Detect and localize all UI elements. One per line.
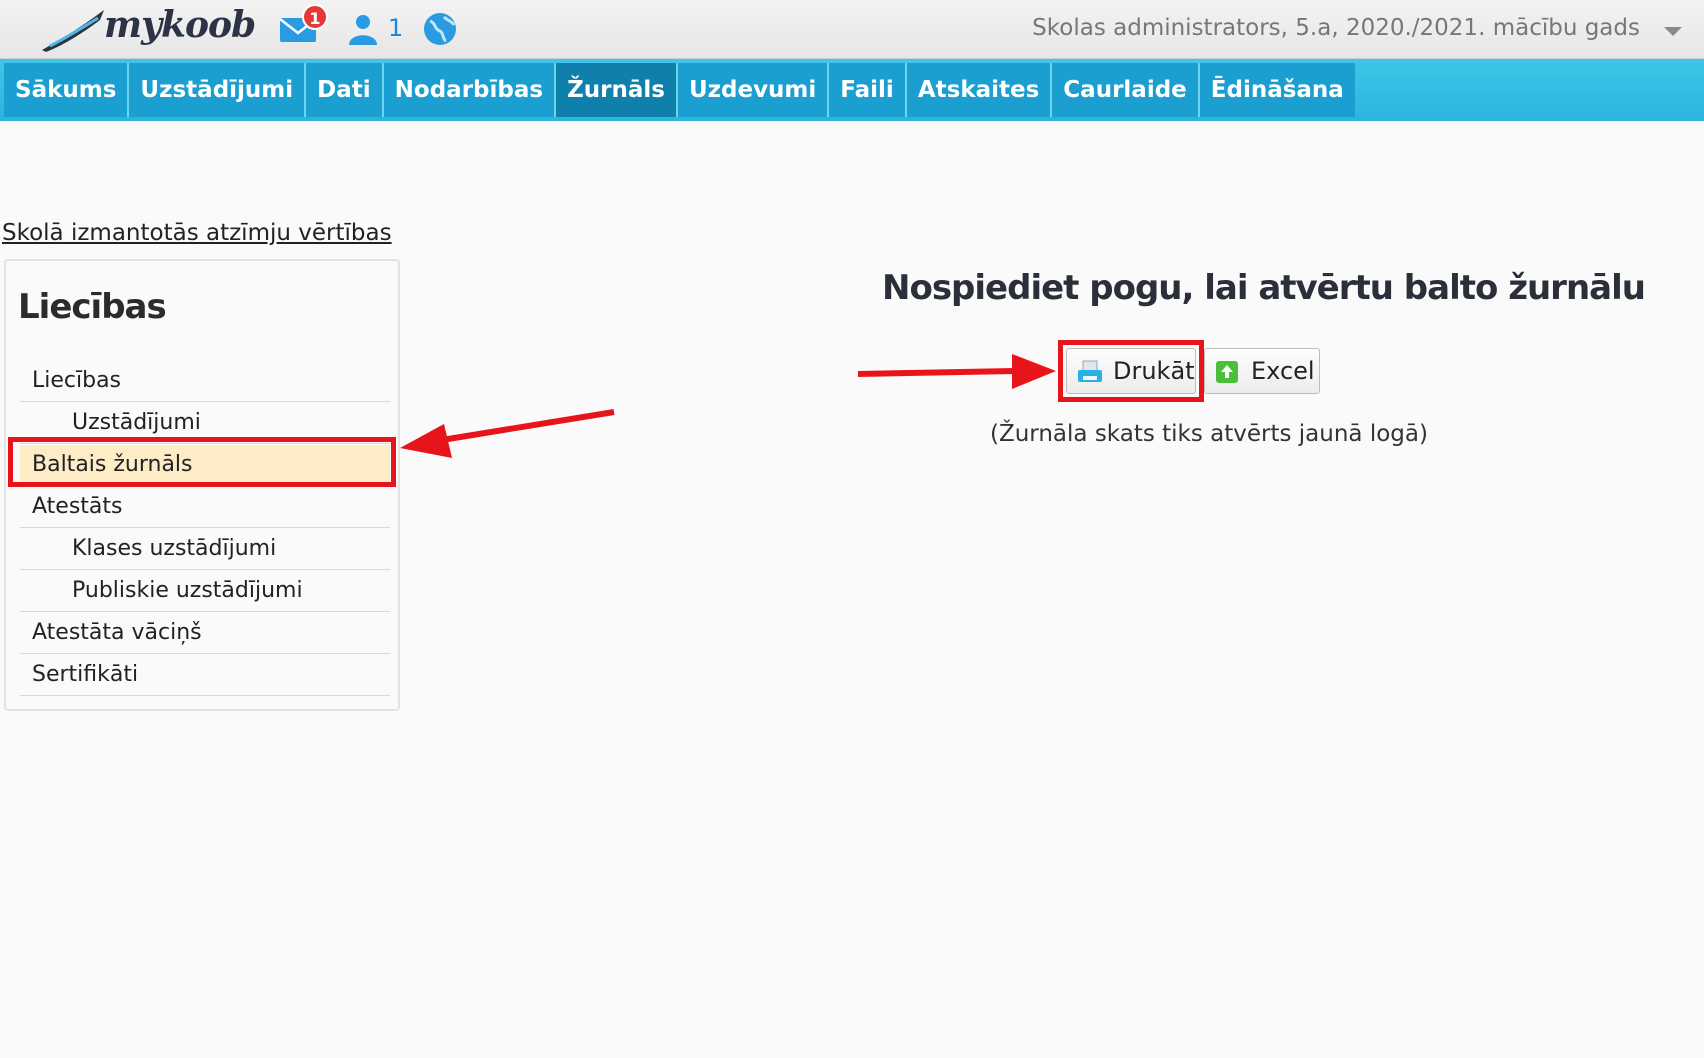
nav-item-dati[interactable]: Dati bbox=[306, 63, 384, 117]
nav-item-zurnals[interactable]: Žurnāls bbox=[556, 63, 678, 117]
excel-button-label: Excel bbox=[1251, 357, 1315, 385]
mail-badge: 1 bbox=[302, 4, 328, 30]
main-nav: Sākums Uzstādījumi Dati Nodarbības Žurnā… bbox=[4, 63, 1355, 117]
nav-item-faili[interactable]: Faili bbox=[829, 63, 907, 117]
sidebar-menu: Liecības Uzstādījumi Baltais žurnāls Ate… bbox=[20, 361, 390, 697]
top-bar: mykoob 1 1 Skolas administrators, 5.a, 2… bbox=[0, 0, 1704, 59]
globe-icon[interactable] bbox=[422, 11, 458, 47]
excel-button[interactable]: Excel bbox=[1204, 348, 1320, 394]
online-users-icon[interactable] bbox=[346, 12, 380, 46]
main-nav-bar: Sākums Uzstādījumi Dati Nodarbības Žurnā… bbox=[0, 59, 1704, 121]
sidebar-item-atestats[interactable]: Atestāts bbox=[20, 487, 390, 528]
open-window-hint: (Žurnāla skats tiks atvērts jaunā logā) bbox=[990, 421, 1428, 447]
online-users-count: 1 bbox=[388, 14, 404, 42]
page-heading: Nospiediet pogu, lai atvērtu balto žurnā… bbox=[882, 268, 1646, 308]
arrow-to-print-icon bbox=[857, 354, 1056, 389]
highlight-box-print bbox=[1058, 340, 1204, 402]
sidebar-item-klases-uzstadijumi[interactable]: Klases uzstādījumi bbox=[20, 529, 390, 570]
excel-export-icon bbox=[1216, 361, 1238, 383]
logo-text[interactable]: mykoob bbox=[104, 4, 256, 46]
nav-item-uzdevumi[interactable]: Uzdevumi bbox=[677, 63, 830, 117]
nav-item-edinasana[interactable]: Ēdināšana bbox=[1199, 63, 1355, 117]
nav-item-nodarbibas[interactable]: Nodarbības bbox=[383, 63, 557, 117]
sidebar-item-publiskie-uzstadijumi[interactable]: Publiskie uzstādījumi bbox=[20, 571, 390, 612]
nav-item-uzstadijumi[interactable]: Uzstādījumi bbox=[129, 63, 307, 117]
panel-title: Liecības bbox=[18, 287, 167, 327]
chevron-down-icon[interactable] bbox=[1664, 27, 1682, 36]
nav-item-sakums[interactable]: Sākums bbox=[4, 63, 130, 117]
sidebar-item-sertifikati[interactable]: Sertifikāti bbox=[20, 655, 390, 696]
user-context-selector[interactable]: Skolas administrators, 5.a, 2020./2021. … bbox=[1032, 15, 1640, 41]
arrow-to-sidebar-icon bbox=[400, 409, 615, 458]
sidebar-item-atestata-vacins[interactable]: Atestāta vāciņš bbox=[20, 613, 390, 654]
marks-values-link[interactable]: Skolā izmantotās atzīmju vērtības bbox=[2, 220, 392, 246]
nav-item-atskaites[interactable]: Atskaites bbox=[906, 63, 1053, 117]
sidebar-item-liecibas[interactable]: Liecības bbox=[20, 361, 390, 402]
highlight-box-sidebar bbox=[8, 437, 396, 487]
nav-item-caurlaide[interactable]: Caurlaide bbox=[1052, 63, 1200, 117]
